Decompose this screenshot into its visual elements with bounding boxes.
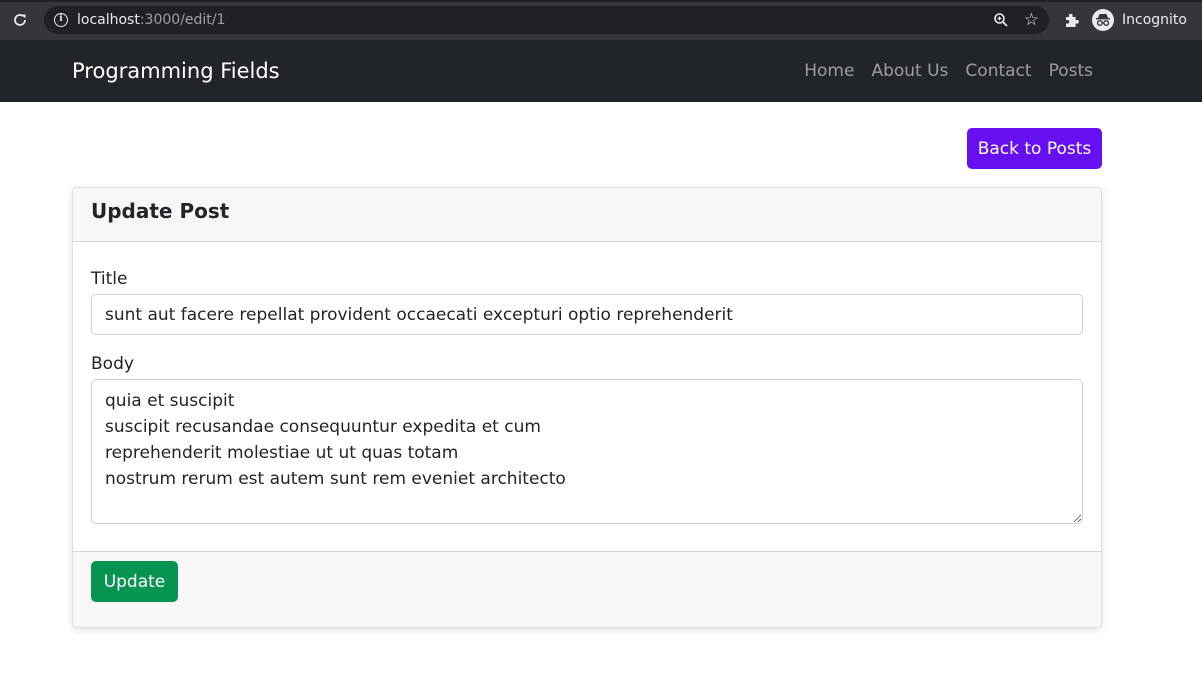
- update-button[interactable]: Update: [91, 561, 178, 602]
- url-text[interactable]: localhost:3000/edit/1: [77, 6, 225, 34]
- nav-link-home[interactable]: Home: [804, 61, 854, 81]
- nav-links: Home About Us Contact Posts: [804, 40, 1093, 102]
- profile-label: Incognito: [1122, 12, 1187, 28]
- incognito-icon: [1092, 9, 1114, 31]
- nav-link-about-us[interactable]: About Us: [871, 61, 948, 81]
- bookmark-star-icon[interactable]: ☆: [1024, 10, 1039, 30]
- title-label: Title: [91, 269, 128, 289]
- nav-link-contact[interactable]: Contact: [965, 61, 1031, 81]
- reload-icon[interactable]: [9, 9, 31, 31]
- body-label: Body: [91, 354, 134, 374]
- tab-strip-edge: [0, 0, 1202, 2]
- url-path: :3000/edit/1: [139, 12, 226, 28]
- address-bar[interactable]: i localhost:3000/edit/1 ☆: [44, 6, 1049, 34]
- site-navbar: Programming Fields Home About Us Contact…: [0, 40, 1202, 102]
- url-host: localhost: [77, 12, 140, 28]
- brand-link[interactable]: Programming Fields: [72, 40, 280, 102]
- extensions-icon[interactable]: [1063, 11, 1081, 29]
- card-title: Update Post: [91, 199, 230, 223]
- zoom-icon[interactable]: [993, 12, 1009, 28]
- body-textarea[interactable]: quia et suscipit suscipit recusandae con…: [91, 379, 1083, 524]
- profile-menu[interactable]: Incognito: [1092, 8, 1187, 32]
- update-post-card: Update Post Title Body quia et suscipit …: [72, 187, 1102, 628]
- site-info-icon[interactable]: i: [54, 13, 68, 27]
- title-input[interactable]: [91, 294, 1083, 335]
- card-header: Update Post: [73, 188, 1101, 242]
- nav-link-posts[interactable]: Posts: [1049, 61, 1093, 81]
- back-to-posts-button[interactable]: Back to Posts: [967, 128, 1102, 169]
- card-footer: Update: [73, 551, 1101, 627]
- browser-toolbar: i localhost:3000/edit/1 ☆ Incognito: [0, 0, 1202, 40]
